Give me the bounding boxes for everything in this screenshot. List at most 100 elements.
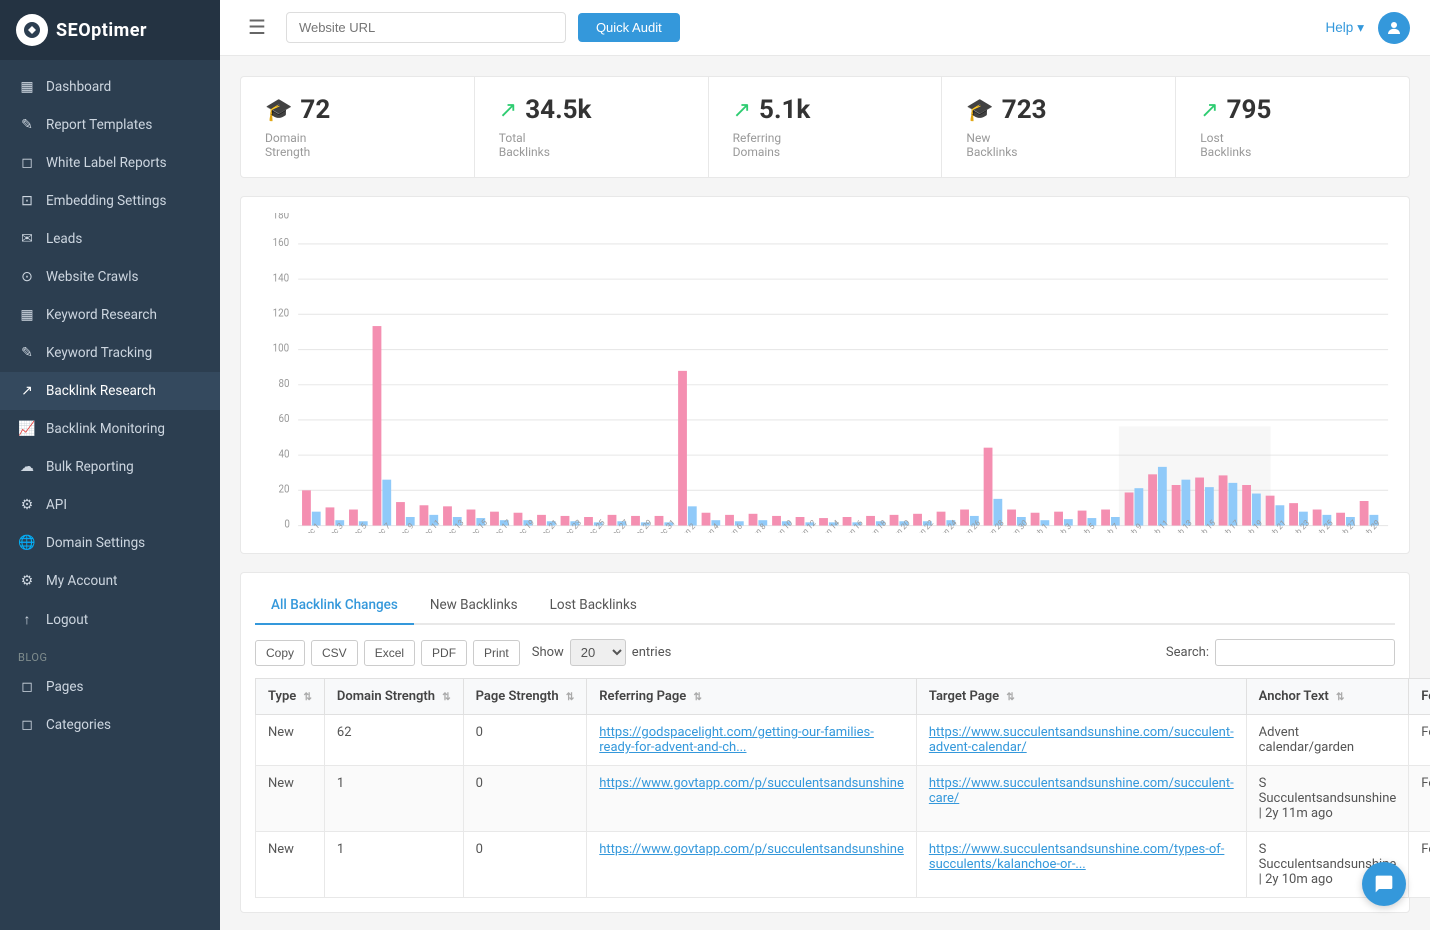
sort-anchor-text: ⇅ bbox=[1336, 692, 1344, 703]
col-domain-strength[interactable]: Domain Strength ⇅ bbox=[324, 679, 463, 715]
col-target-page[interactable]: Target Page ⇅ bbox=[916, 679, 1246, 715]
sidebar-item-bulk-reporting[interactable]: ☁ Bulk Reporting bbox=[0, 448, 220, 486]
sidebar-item-keyword-tracking[interactable]: ✎ Keyword Tracking bbox=[0, 334, 220, 372]
sidebar-item-domain-settings[interactable]: 🌐 Domain Settings bbox=[0, 524, 220, 562]
entries-label: entries bbox=[632, 645, 672, 660]
sidebar-item-keyword-research[interactable]: ▦ Keyword Research bbox=[0, 296, 220, 334]
sidebar-item-api[interactable]: ⚙ API bbox=[0, 486, 220, 524]
sidebar-item-label: White Label Reports bbox=[46, 155, 167, 171]
sidebar-item-dashboard[interactable]: ▦ Dashboard bbox=[0, 68, 220, 106]
sidebar-item-backlink-monitoring[interactable]: 📈 Backlink Monitoring bbox=[0, 410, 220, 448]
stat-referring-domains: ↗ 5.1k Referring Domains bbox=[709, 77, 943, 177]
pages-icon: ◻ bbox=[18, 679, 36, 695]
cell-type: New bbox=[256, 715, 325, 766]
sidebar-item-logout[interactable]: ↑ Logout bbox=[0, 600, 220, 639]
cell-domain-strength: 1 bbox=[324, 766, 463, 832]
col-follow-nofollow[interactable]: Follow / Nofollow ⇅ bbox=[1409, 679, 1430, 715]
cell-type: New bbox=[256, 832, 325, 898]
sidebar-item-pages[interactable]: ◻ Pages bbox=[0, 668, 220, 706]
sidebar: SEOptimer ▦ Dashboard ✎ Report Templates… bbox=[0, 0, 220, 930]
sidebar-item-label: Domain Settings bbox=[46, 535, 145, 551]
sidebar-item-white-label-reports[interactable]: ◻ White Label Reports bbox=[0, 144, 220, 182]
backlink-research-icon: ↗ bbox=[18, 383, 36, 399]
sidebar-item-backlink-research[interactable]: ↗ Backlink Research bbox=[0, 372, 220, 410]
domain-strength-label: Domain Strength bbox=[265, 131, 450, 159]
table-controls: Copy CSV Excel PDF Print Show 20 50 100 … bbox=[255, 639, 1395, 666]
pdf-button[interactable]: PDF bbox=[421, 640, 467, 666]
logo-text: SEOptimer bbox=[56, 20, 147, 41]
sidebar-logo[interactable]: SEOptimer bbox=[0, 0, 220, 60]
quick-audit-button[interactable]: Quick Audit bbox=[578, 13, 680, 42]
col-type[interactable]: Type ⇅ bbox=[256, 679, 325, 715]
target-page-link[interactable]: https://www.succulentsandsunshine.com/ty… bbox=[929, 842, 1225, 872]
cell-follow: Follow bbox=[1409, 766, 1430, 832]
sidebar-nav: ▦ Dashboard ✎ Report Templates ◻ White L… bbox=[0, 60, 220, 930]
sort-page-strength: ⇅ bbox=[566, 692, 574, 703]
cell-referring-page: https://www.govtapp.com/p/succulentsands… bbox=[587, 832, 917, 898]
url-input[interactable] bbox=[286, 12, 566, 43]
col-anchor-text[interactable]: Anchor Text ⇅ bbox=[1246, 679, 1409, 715]
main-area: ☰ Quick Audit Help ▾ 🎓 72 Domain bbox=[220, 0, 1430, 930]
sidebar-item-report-templates[interactable]: ✎ Report Templates bbox=[0, 106, 220, 144]
sidebar-item-my-account[interactable]: ⚙ My Account bbox=[0, 562, 220, 600]
content-area: 🎓 72 Domain Strength ↗ 34.5k Total Backl… bbox=[220, 56, 1430, 930]
print-button[interactable]: Print bbox=[473, 640, 520, 666]
referring-page-link[interactable]: https://www.govtapp.com/p/succulentsands… bbox=[599, 842, 904, 857]
show-label: Show bbox=[532, 645, 564, 660]
bulk-reporting-icon: ☁ bbox=[18, 459, 36, 475]
referring-page-link[interactable]: https://www.govtapp.com/p/succulentsands… bbox=[599, 776, 904, 791]
sidebar-item-label: Keyword Research bbox=[46, 307, 157, 323]
search-label: Search: bbox=[1166, 645, 1209, 660]
sidebar-item-label: Website Crawls bbox=[46, 269, 139, 285]
sidebar-item-categories[interactable]: ◻ Categories bbox=[0, 706, 220, 744]
new-backlinks-icon: 🎓 bbox=[966, 98, 993, 123]
new-backlinks-value: 723 bbox=[1002, 95, 1047, 125]
tab-all-backlink-changes[interactable]: All Backlink Changes bbox=[255, 587, 414, 625]
col-referring-page[interactable]: Referring Page ⇅ bbox=[587, 679, 917, 715]
tab-new-backlinks[interactable]: New Backlinks bbox=[414, 587, 534, 625]
svg-text:60: 60 bbox=[279, 414, 290, 425]
target-page-link[interactable]: https://www.succulentsandsunshine.com/su… bbox=[929, 725, 1234, 755]
csv-button[interactable]: CSV bbox=[311, 640, 358, 666]
sidebar-item-leads[interactable]: ✉ Leads bbox=[0, 220, 220, 258]
sidebar-item-embedding-settings[interactable]: ⊡ Embedding Settings bbox=[0, 182, 220, 220]
excel-button[interactable]: Excel bbox=[364, 640, 415, 666]
cell-page-strength: 0 bbox=[463, 715, 587, 766]
user-avatar[interactable] bbox=[1378, 12, 1410, 44]
svg-text:0: 0 bbox=[284, 519, 290, 530]
total-backlinks-value: 34.5k bbox=[525, 95, 591, 125]
search-input[interactable] bbox=[1215, 639, 1395, 666]
blog-section-label: Blog bbox=[0, 639, 220, 668]
chevron-down-icon: ▾ bbox=[1357, 20, 1364, 36]
backlink-monitoring-icon: 📈 bbox=[18, 421, 36, 437]
tab-lost-backlinks[interactable]: Lost Backlinks bbox=[534, 587, 653, 625]
lost-backlinks-icon: ↗ bbox=[1200, 98, 1218, 123]
sidebar-item-website-crawls[interactable]: ⊙ Website Crawls bbox=[0, 258, 220, 296]
api-icon: ⚙ bbox=[18, 497, 36, 513]
sidebar-item-label: Pages bbox=[46, 679, 84, 695]
col-page-strength[interactable]: Page Strength ⇅ bbox=[463, 679, 587, 715]
menu-button[interactable]: ☰ bbox=[240, 11, 274, 44]
website-crawls-icon: ⊙ bbox=[18, 269, 36, 285]
entries-select[interactable]: 20 50 100 bbox=[570, 639, 626, 666]
stat-domain-strength: 🎓 72 Domain Strength bbox=[241, 77, 475, 177]
help-button[interactable]: Help ▾ bbox=[1325, 20, 1364, 36]
sidebar-item-label: My Account bbox=[46, 573, 117, 589]
stat-new-backlinks: 🎓 723 New Backlinks bbox=[942, 77, 1176, 177]
chat-bubble[interactable] bbox=[1362, 862, 1406, 906]
svg-text:20: 20 bbox=[279, 484, 290, 495]
leads-icon: ✉ bbox=[18, 231, 36, 247]
cell-domain-strength: 62 bbox=[324, 715, 463, 766]
svg-text:80: 80 bbox=[279, 379, 290, 390]
svg-text:180: 180 bbox=[273, 213, 290, 221]
referring-domains-icon: ↗ bbox=[733, 98, 751, 123]
sidebar-item-label: Logout bbox=[46, 612, 88, 628]
referring-page-link[interactable]: https://godspacelight.com/getting-our-fa… bbox=[599, 725, 874, 755]
logo-icon bbox=[16, 14, 48, 46]
backlink-chart: 0 20 40 60 80 100 120 140 160 180 bbox=[240, 196, 1410, 554]
cell-target-page: https://www.succulentsandsunshine.com/ty… bbox=[916, 832, 1246, 898]
tabs-row: All Backlink Changes New Backlinks Lost … bbox=[255, 587, 1395, 625]
table-row: New 62 0 https://godspacelight.com/getti… bbox=[256, 715, 1430, 766]
target-page-link[interactable]: https://www.succulentsandsunshine.com/su… bbox=[929, 776, 1234, 806]
copy-button[interactable]: Copy bbox=[255, 640, 305, 666]
